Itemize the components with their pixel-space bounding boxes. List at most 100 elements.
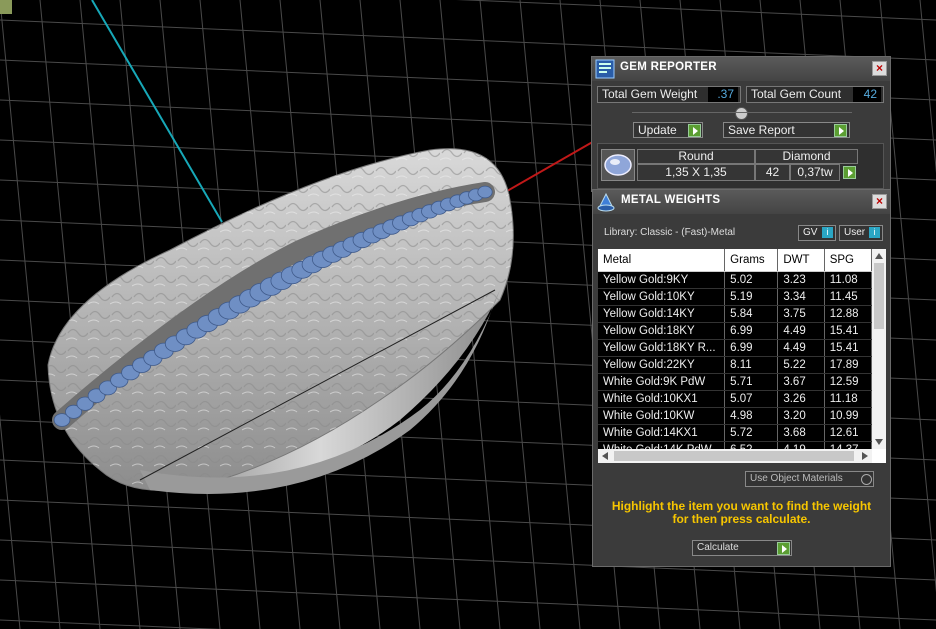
gv-info-icon[interactable]: i <box>822 227 833 238</box>
metal-weights-title: METAL WEIGHTS <box>621 194 721 206</box>
hint-text: Highlight the item you want to find the … <box>611 499 872 526</box>
gem-reporter-close-icon[interactable]: × <box>872 61 887 76</box>
column-header-metal[interactable]: Metal <box>598 249 726 272</box>
column-header-grams[interactable]: Grams <box>724 249 779 272</box>
table-cell-grams: 5.07 <box>724 390 779 408</box>
table-row[interactable]: White Gold:9K PdW 5.71 3.67 12.59 <box>598 373 872 391</box>
table-cell-dwt: 3.75 <box>777 305 825 323</box>
gem-weight[interactable]: 0,37tw <box>790 164 840 181</box>
table-cell-spg: 12.88 <box>824 305 872 323</box>
gem-count[interactable]: 42 <box>755 164 790 181</box>
table-cell-spg: 15.41 <box>824 339 872 357</box>
table-cell-metal: Yellow Gold:9KY <box>598 271 726 289</box>
table-cell-spg: 11.45 <box>824 288 872 306</box>
table-cell-spg: 12.59 <box>824 373 872 391</box>
gem-reporter-panel: GEM REPORTER × Total Gem Weight .37 Tota… <box>591 56 891 192</box>
table-cell-metal: White Gold:10KW <box>598 407 726 425</box>
table-cell-grams: 4.98 <box>724 407 779 425</box>
table-row[interactable]: Yellow Gold:18KY 6.99 4.49 15.41 <box>598 322 872 340</box>
scroll-up-icon[interactable] <box>875 253 883 259</box>
metal-table-container[interactable]: Metal Grams DWT SPG Yellow Gold:9KY 5.02 3… <box>598 249 886 463</box>
table-cell-grams: 5.71 <box>724 373 779 391</box>
metal-weights-close-icon[interactable]: × <box>872 194 887 209</box>
calculate-arrow-icon[interactable] <box>777 542 790 555</box>
table-cell-grams: 5.19 <box>724 288 779 306</box>
table-row[interactable]: White Gold:14K PdW6.524.1914.37 <box>598 441 872 449</box>
column-header-dwt[interactable]: DWT <box>777 249 825 272</box>
table-cell-metal: White Gold:14KX1 <box>598 424 726 442</box>
gem-reporter-icon <box>595 59 615 79</box>
table-cell-dwt: 3.23 <box>777 271 825 289</box>
metal-weights-titlebar[interactable]: METAL WEIGHTS × <box>593 190 890 214</box>
gem-row-arrow-icon[interactable] <box>843 166 856 179</box>
table-cell-spg: 14.37 <box>824 441 872 449</box>
scroll-left-icon[interactable] <box>602 452 608 460</box>
table-row[interactable]: Yellow Gold:22KY 8.11 5.22 17.89 <box>598 356 872 374</box>
table-cell-spg: 10.99 <box>824 407 872 425</box>
table-cell-spg: 11.08 <box>824 271 872 289</box>
table-cell-dwt: 3.68 <box>777 424 825 442</box>
scroll-down-icon[interactable] <box>875 439 883 445</box>
table-cell-dwt: 3.34 <box>777 288 825 306</box>
use-object-materials-icon[interactable] <box>861 474 872 485</box>
table-row[interactable]: White Gold:10KX1 5.07 3.26 11.18 <box>598 390 872 408</box>
table-cell-dwt: 3.67 <box>777 373 825 391</box>
table-cell-spg: 11.18 <box>824 390 872 408</box>
table-cell-dwt: 4.49 <box>777 322 825 340</box>
total-gem-count-value: 42 <box>853 87 881 102</box>
table-row[interactable]: Yellow Gold:14KY 5.84 3.75 12.88 <box>598 305 872 323</box>
scroll-thumb[interactable] <box>874 263 884 329</box>
collapse-toggle-icon[interactable] <box>735 107 748 120</box>
use-object-materials-toggle[interactable]: Use Object Materials <box>745 471 874 487</box>
table-cell-dwt: 5.22 <box>777 356 825 374</box>
save-report-arrow-icon[interactable] <box>834 124 847 137</box>
metal-weights-panel: METAL WEIGHTS × Library: Classic - (Fast… <box>592 189 891 567</box>
y-axis-line <box>91 0 223 223</box>
scroll-right-icon[interactable] <box>862 452 868 460</box>
table-cell-dwt: 4.49 <box>777 339 825 357</box>
ring-model[interactable] <box>47 148 514 494</box>
divider <box>632 112 852 113</box>
corner-marker-icon <box>0 0 12 14</box>
table-cell-metal: Yellow Gold:22KY <box>598 356 726 374</box>
table-cell-grams: 5.72 <box>724 424 779 442</box>
table-row[interactable]: Yellow Gold:10KY 5.19 3.34 11.45 <box>598 288 872 306</box>
table-row[interactable]: White Gold:10KW 4.98 3.20 10.99 <box>598 407 872 425</box>
table-cell-metal: Yellow Gold:10KY <box>598 288 726 306</box>
table-cell-dwt: 4.19 <box>777 441 825 449</box>
update-arrow-icon[interactable] <box>688 124 701 137</box>
library-label: Library: Classic - (Fast)-Metal <box>604 227 736 238</box>
metal-weights-icon <box>597 192 615 212</box>
horizontal-scrollbar[interactable] <box>598 449 872 463</box>
table-cell-metal: White Gold:14K PdW <box>598 441 726 449</box>
table-cell-grams: 5.84 <box>724 305 779 323</box>
column-header-spg[interactable]: SPG <box>824 249 872 272</box>
gem-shape[interactable]: Round <box>637 149 755 164</box>
table-cell-dwt: 3.20 <box>777 407 825 425</box>
table-cell-grams: 8.11 <box>724 356 779 374</box>
vertical-scrollbar[interactable] <box>872 249 886 449</box>
table-cell-dwt: 3.26 <box>777 390 825 408</box>
table-row[interactable]: Yellow Gold:18KY R... 6.99 4.49 15.41 <box>598 339 872 357</box>
gem-reporter-titlebar[interactable]: GEM REPORTER × <box>592 57 890 81</box>
table-row[interactable]: Yellow Gold:9KY 5.02 3.23 11.08 <box>598 271 872 289</box>
gem-material[interactable]: Diamond <box>755 149 858 164</box>
table-cell-grams: 6.52 <box>724 441 779 449</box>
gem-size[interactable]: 1,35 X 1,35 <box>637 164 755 181</box>
table-cell-metal: White Gold:10KX1 <box>598 390 726 408</box>
table-cell-metal: White Gold:9K PdW <box>598 373 726 391</box>
table-row[interactable]: White Gold:14KX1 5.72 3.68 12.61 <box>598 424 872 442</box>
metal-table: Metal Grams DWT SPG Yellow Gold:9KY 5.02 3… <box>598 249 872 449</box>
gem-stone <box>477 185 493 199</box>
gem-thumbnail[interactable] <box>601 149 635 181</box>
gem-reporter-title: GEM REPORTER <box>620 61 717 73</box>
table-cell-spg: 15.41 <box>824 322 872 340</box>
scroll-h-thumb[interactable] <box>614 451 854 461</box>
metal-table-body: Yellow Gold:9KY 5.02 3.23 11.08 Yellow Gold:… <box>598 271 872 449</box>
save-report-button[interactable]: Save Report <box>723 122 850 138</box>
table-cell-metal: Yellow Gold:18KY <box>598 322 726 340</box>
table-cell-spg: 12.61 <box>824 424 872 442</box>
table-cell-grams: 5.02 <box>724 271 779 289</box>
table-cell-grams: 6.99 <box>724 322 779 340</box>
user-info-icon[interactable]: i <box>869 227 880 238</box>
